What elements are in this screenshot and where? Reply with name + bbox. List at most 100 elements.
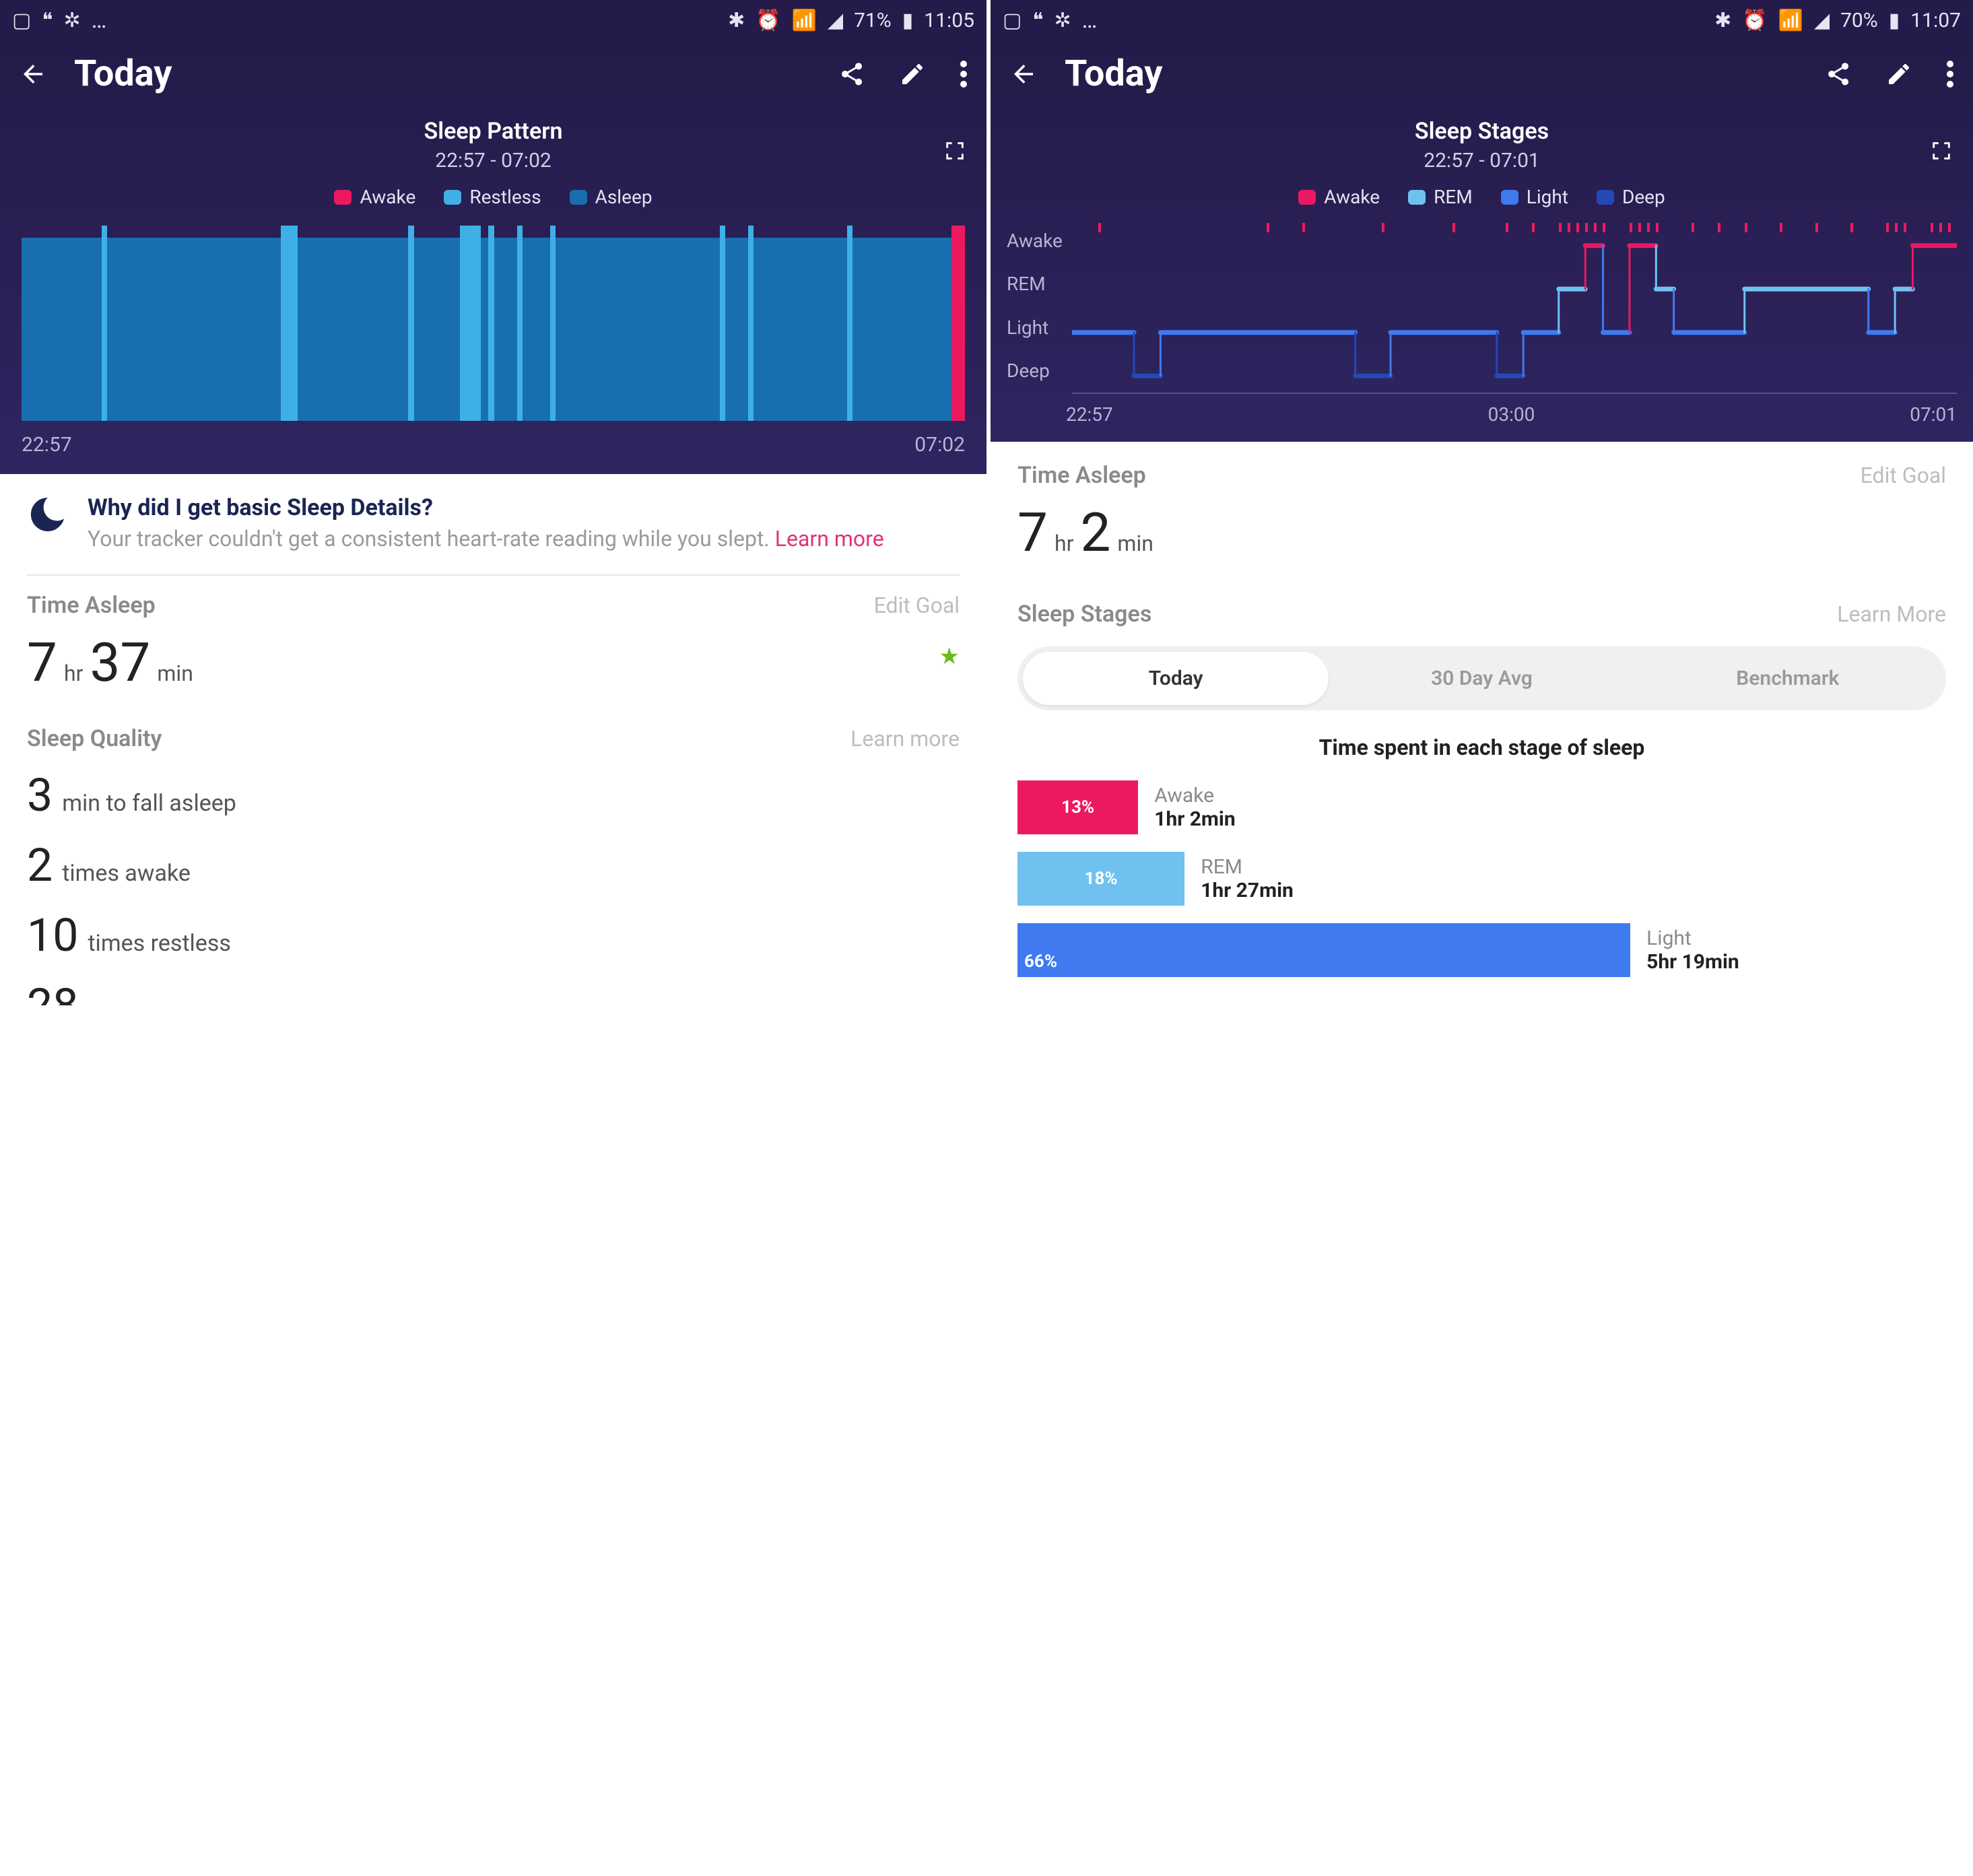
legend-swatch-rem [1408, 190, 1426, 205]
stage-bar-rem: 18% [1017, 852, 1184, 906]
sleep-stages-plot[interactable]: Awake REM Light Deep [1007, 226, 1957, 394]
time-asleep-label: Time Asleep [1017, 462, 1146, 489]
chart-title: Sleep Pattern [0, 115, 986, 145]
edit-icon[interactable] [1885, 61, 1912, 88]
learn-more-link[interactable]: Learn more [850, 726, 960, 751]
clock-text: 11:05 [924, 9, 974, 32]
info-card-title: Why did I get basic Sleep Details? [88, 494, 884, 521]
minutes-number: 2 [1080, 501, 1110, 564]
sleep-pattern-chart: Sleep Pattern 22:57 - 07:02 Awake Restle… [0, 115, 986, 474]
chart-time-range: 22:57 - 07:01 [991, 149, 1973, 172]
stage-bar-light: 66% [1017, 923, 1630, 977]
xaxis-start: 22:57 [1066, 403, 1113, 426]
time-asleep-value: 7 hr 2 min [1017, 501, 1946, 564]
edit-icon[interactable] [899, 61, 926, 88]
edit-goal-link[interactable]: Edit Goal [874, 593, 960, 618]
minutes-number: 37 [90, 631, 150, 694]
legend-swatch-awake [334, 190, 352, 205]
time-asleep-value: 7 hr 37 min [27, 631, 193, 694]
info-card-body: Your tracker couldn't get a consistent h… [88, 526, 775, 551]
wifi-icon: 📶 [792, 9, 817, 32]
legend-label-restless: Restless [469, 186, 541, 208]
share-icon[interactable] [1825, 61, 1852, 88]
legend-label-light: Light [1527, 186, 1568, 208]
bluetooth-icon: ✱ [728, 9, 745, 32]
picture-icon: ▢ [1003, 9, 1022, 32]
quality-number: 28 [27, 978, 78, 1005]
ylabel-awake: Awake [1007, 230, 1063, 252]
stages-yaxis: Awake REM Light Deep [1007, 226, 1063, 394]
bluetooth-icon: ✱ [1714, 9, 1731, 32]
legend-label-deep: Deep [1622, 186, 1665, 208]
pattern-xaxis: 22:57 07:02 [0, 421, 986, 461]
fullscreen-icon[interactable] [1930, 139, 1953, 162]
fullscreen-icon[interactable] [943, 139, 966, 162]
quality-number: 2 [27, 838, 53, 892]
hours-number: 7 [27, 631, 57, 694]
back-icon[interactable] [19, 60, 47, 88]
stage-duration: 5hr 19min [1646, 950, 1739, 974]
ylabel-deep: Deep [1007, 360, 1063, 382]
hours-unit: hr [64, 661, 83, 686]
back-icon[interactable] [1009, 60, 1038, 88]
signal-icon: ◢ [1814, 9, 1830, 32]
clock-text: 11:07 [1910, 9, 1961, 32]
stages-tabbar: Today 30 Day Avg Benchmark [1017, 646, 1946, 710]
asleep-fill [22, 238, 954, 421]
battery-icon: ▮ [902, 9, 914, 32]
stage-row-awake: 13% Awake 1hr 2min [1017, 780, 1946, 834]
chat-icon: ❝ [42, 9, 53, 32]
tab-today[interactable]: Today [1023, 652, 1329, 705]
chat-icon: ❝ [1032, 9, 1043, 32]
chart-title: Sleep Stages [991, 115, 1973, 145]
stage-row-rem: 18% REM 1hr 27min [1017, 852, 1946, 906]
xaxis-mid: 03:00 [1488, 403, 1535, 426]
status-bar: ▢ ❝ ✲ ✱ ⏰ 📶 ◢ 71% ▮ 11:05 [0, 0, 986, 40]
legend-label-awake: Awake [1324, 186, 1380, 208]
stage-name: REM [1201, 855, 1294, 879]
sleep-stages-label: Sleep Stages [1017, 601, 1151, 628]
xaxis-end: 07:02 [914, 433, 965, 457]
legend-swatch-asleep [570, 190, 587, 205]
tab-benchmark[interactable]: Benchmark [1635, 652, 1941, 705]
legend-swatch-restless [444, 190, 461, 205]
mic-icon: ✲ [64, 9, 81, 32]
basic-sleep-info-card[interactable]: Why did I get basic Sleep Details? Your … [27, 494, 960, 576]
more-status-icon [1082, 7, 1099, 34]
chart-time-range: 22:57 - 07:02 [0, 149, 986, 172]
legend-swatch-awake [1298, 190, 1316, 205]
quality-number: 10 [27, 908, 78, 962]
legend-label-asleep: Asleep [595, 186, 653, 208]
quality-text: times awake [62, 860, 191, 887]
chart-legend: Awake Restless Asleep [0, 186, 986, 208]
learn-more-link[interactable]: Learn More [1837, 601, 1946, 627]
overflow-icon[interactable] [1946, 61, 1954, 88]
stage-duration: 1hr 27min [1201, 879, 1294, 902]
overflow-icon[interactable] [960, 61, 968, 88]
xaxis-end: 07:01 [1910, 403, 1957, 426]
sleep-pattern-plot[interactable] [22, 226, 965, 421]
chart-legend: Awake REM Light Deep [991, 186, 1973, 208]
share-icon[interactable] [838, 61, 865, 88]
minutes-unit: min [157, 661, 193, 686]
screen-sleep-stages: ▢ ❝ ✲ ✱ ⏰ 📶 ◢ 70% ▮ 11:07 Today [986, 0, 1973, 1005]
tab-30day[interactable]: 30 Day Avg [1329, 652, 1634, 705]
wifi-icon: 📶 [1778, 9, 1803, 32]
quality-row: 3min to fall asleep [27, 768, 960, 822]
edit-goal-link[interactable]: Edit Goal [1861, 463, 1946, 488]
stages-xaxis: 22:57 03:00 07:01 [991, 394, 1973, 428]
ylabel-rem: REM [1007, 273, 1063, 295]
page-title: Today [74, 53, 811, 95]
battery-text: 71% [854, 9, 892, 32]
hours-number: 7 [1017, 501, 1048, 564]
stage-row-light: 66% Light 5hr 19min [1017, 923, 1946, 977]
app-header: Today [0, 40, 986, 115]
quality-text: times restless [88, 930, 231, 957]
legend-label-awake: Awake [360, 186, 415, 208]
stages-caption: Time spent in each stage of sleep [1017, 735, 1946, 760]
moon-icon [27, 494, 67, 537]
learn-more-link[interactable]: Learn more [775, 526, 884, 551]
quality-row-cut: 28 [27, 978, 960, 1005]
quality-row: 2 times awake [27, 838, 960, 892]
stage-name: Light [1646, 927, 1739, 950]
